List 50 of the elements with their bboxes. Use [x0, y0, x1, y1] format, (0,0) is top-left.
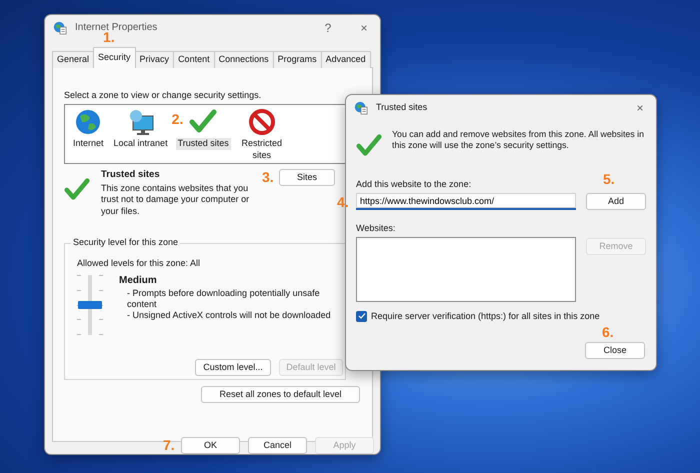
tab[interactable]: Security	[93, 47, 136, 68]
zone-item[interactable]: Trusted sites	[176, 138, 231, 150]
globe-document-icon	[354, 101, 368, 115]
tab[interactable]: Advanced	[320, 51, 371, 68]
window-title: Internet Properties	[75, 22, 158, 33]
instruction-text: Select a zone to view or change security settings.	[64, 90, 262, 102]
step-number: 2.	[172, 112, 184, 126]
zone-item[interactable]: Restricted sites	[236, 138, 287, 161]
sites-button[interactable]: Sites	[279, 169, 335, 186]
step-number: 6.	[602, 324, 614, 339]
dialog-button[interactable]: Cancel	[248, 437, 307, 454]
level-detail: - Prompts before downloading potentially unsafe content	[126, 288, 321, 310]
prohibited-icon	[248, 108, 276, 136]
zone-title: Trusted sites	[101, 169, 161, 182]
globe-icon	[74, 108, 102, 136]
checkbox[interactable]	[356, 310, 367, 322]
reset-zones-button[interactable]: Reset all zones to default level	[201, 386, 360, 403]
group-title: Security level for this zone	[71, 236, 180, 248]
zone-item[interactable]: Internet	[71, 138, 106, 150]
checkbox-label[interactable]: Require server verification (https:) for all sites in this zone	[371, 310, 600, 322]
level-detail: - Unsigned ActiveX controls will not be downloaded	[126, 310, 332, 322]
zone-item[interactable]: Local intranet	[112, 138, 170, 150]
help-button[interactable]: ?	[320, 20, 336, 36]
step-number: 4.	[337, 195, 349, 210]
tab[interactable]: Connections	[214, 51, 274, 68]
close-button[interactable]: ×	[632, 100, 648, 116]
level-slider[interactable]	[77, 275, 103, 336]
list-label: Websites:	[356, 223, 396, 234]
tab[interactable]: Programs	[272, 51, 322, 68]
level-name: Medium	[119, 275, 158, 288]
slider-thumb[interactable]	[78, 301, 102, 310]
dialog-description: You can add and remove websites from this zone. All websites in this zone will use the zone’s security settings.	[391, 129, 645, 152]
field-label: Add this website to the zone:	[356, 179, 472, 190]
tab[interactable]: Content	[173, 51, 215, 68]
add-button[interactable]: Add	[586, 193, 646, 210]
step-number: 7.	[163, 438, 175, 452]
allowed-levels-text: Allowed levels for this zone: All	[77, 258, 202, 270]
step-number: 3.	[262, 170, 274, 184]
website-input-field[interactable]: https://www.thewindowsclub.com/	[356, 193, 576, 210]
window-title: Trusted sites	[376, 102, 428, 114]
tab[interactable]: General	[52, 51, 94, 68]
tab[interactable]: Privacy	[134, 51, 174, 68]
step-number: 5.	[603, 172, 615, 186]
close-button[interactable]: ×	[356, 20, 372, 36]
custom-level-button[interactable]: Custom level...	[195, 358, 271, 376]
dialog-button[interactable]: OK	[181, 437, 240, 454]
zone-description: This zone contains websites that you trust not to damage your computer or your files.	[101, 183, 250, 217]
step-number: 1.	[103, 30, 115, 44]
close-dialog-button[interactable]: Close	[585, 342, 645, 359]
globe-document-icon	[53, 21, 67, 35]
